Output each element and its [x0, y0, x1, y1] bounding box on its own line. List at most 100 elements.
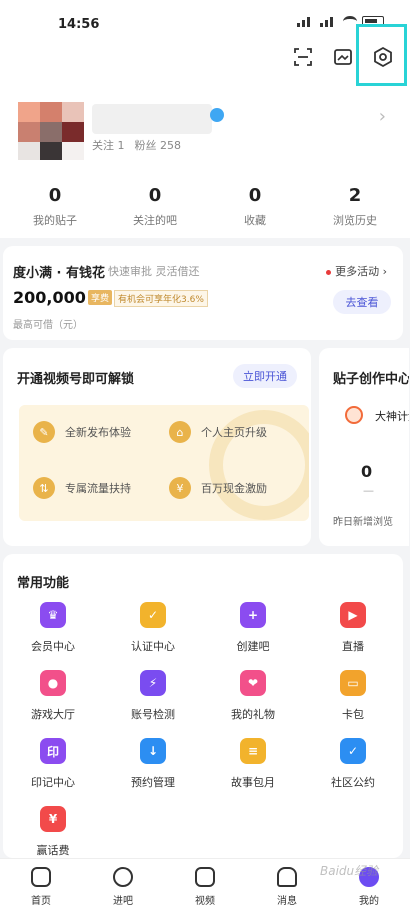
- tab-label: 首页: [31, 896, 51, 907]
- function-label: 账号检测: [131, 708, 175, 721]
- stat-history[interactable]: 2 浏览历史: [305, 185, 405, 228]
- function-item[interactable]: ↓ 预约管理: [103, 738, 203, 790]
- tab-messages[interactable]: 消息: [246, 859, 328, 911]
- stat-label: 浏览历史: [333, 214, 377, 227]
- function-item[interactable]: ▶ 直播: [303, 602, 403, 654]
- tab-label: 我的: [359, 896, 379, 907]
- function-item[interactable]: ✓ 社区公约: [303, 738, 403, 790]
- loan-title: 度小满 · 有钱花: [13, 266, 105, 281]
- stat-value: 0: [248, 185, 262, 206]
- tab-video[interactable]: 视频: [164, 859, 246, 911]
- scan-icon[interactable]: [290, 44, 316, 70]
- function-label: 认证中心: [131, 640, 175, 653]
- function-item[interactable]: ❤ 我的礼物: [203, 670, 303, 722]
- signal-icon: [320, 16, 338, 27]
- rules-icon: ✓: [340, 738, 366, 764]
- video-title: 开通视频号即可解锁: [17, 372, 135, 387]
- perk-item: ✎ 全新发布体验: [33, 421, 131, 443]
- perk-label: 全新发布体验: [65, 426, 131, 439]
- stat-value: 0: [148, 185, 162, 206]
- perk-label: 百万现金激励: [201, 482, 267, 495]
- fans-count: 258: [160, 139, 181, 152]
- function-label: 会员中心: [31, 640, 75, 653]
- perk-label: 个人主页升级: [201, 426, 267, 439]
- book-icon: ≡: [240, 738, 266, 764]
- vip-badge-icon: [210, 108, 224, 122]
- video-unlock-card: 开通视频号即可解锁 立即开通 ✎ 全新发布体验 ⌂ 个人主页升级 ⇅ 专属流量扶持 ¥…: [3, 348, 311, 546]
- stat-label: 关注的吧: [133, 214, 177, 227]
- perk-item: ⌂ 个人主页升级: [169, 421, 267, 443]
- loan-card[interactable]: 度小满 · 有钱花 快速审批 灵活借还 更多活动 › 200,000 享费 有机…: [3, 246, 403, 340]
- follow-row[interactable]: 关注 1 粉丝 258: [92, 137, 181, 153]
- gift-icon: ❤: [240, 670, 266, 696]
- function-label: 游戏大厅: [31, 708, 75, 721]
- game-icon: ●: [40, 670, 66, 696]
- function-item[interactable]: ⚡ 账号检测: [103, 670, 203, 722]
- skin-icon[interactable]: [330, 44, 356, 70]
- more-label: 更多活动: [335, 265, 380, 278]
- crown-icon: ♛: [40, 602, 66, 628]
- status-bar: 14:56: [0, 0, 410, 40]
- yen-icon: ¥: [169, 477, 191, 499]
- loan-tag: 享费: [88, 290, 113, 305]
- function-label: 创建吧: [236, 640, 270, 653]
- creator-badge-icon: [345, 406, 363, 424]
- wifi-icon: [343, 16, 357, 27]
- loan-subtitle: 快速审批 灵活借还: [108, 265, 200, 278]
- function-item[interactable]: ¥ 赢话费: [3, 806, 103, 858]
- loan-view-button[interactable]: 去查看: [333, 290, 391, 314]
- creation-value: 0: [361, 462, 373, 481]
- function-label: 直播: [342, 640, 364, 653]
- loan-caption: 最高可借（元）: [13, 320, 83, 331]
- function-item[interactable]: ♛ 会员中心: [3, 602, 103, 654]
- stat-favorites[interactable]: 0 收藏: [205, 185, 305, 228]
- avatar[interactable]: [18, 102, 84, 160]
- stats-row: 0 我的贴子 0 关注的吧 0 收藏 2 浏览历史: [0, 185, 410, 228]
- function-label: 预约管理: [131, 776, 175, 789]
- common-functions-card: 常用功能 ♛ 会员中心 ✓ 认证中心 + 创建吧 ▶ 直播 ● 游戏大厅 ⚡ 账号检测 ❤ 我的礼物 ▭ 卡包…: [3, 554, 403, 858]
- username-blurred: [92, 104, 212, 134]
- red-dot-icon: [326, 269, 332, 275]
- stamp-icon: 印: [40, 738, 66, 764]
- stat-label: 我的贴子: [33, 214, 77, 227]
- play-icon: [195, 867, 215, 887]
- function-item[interactable]: ≡ 故事包月: [203, 738, 303, 790]
- stat-label: 收藏: [244, 214, 266, 227]
- open-now-button[interactable]: 立即开通: [233, 364, 297, 388]
- perk-item: ⇅ 专属流量扶持: [33, 477, 131, 499]
- planet-icon: [113, 867, 133, 887]
- stat-posts[interactable]: 0 我的贴子: [5, 185, 105, 228]
- fans-label: 粉丝: [134, 139, 157, 152]
- tab-home[interactable]: 首页: [0, 859, 82, 911]
- function-item[interactable]: + 创建吧: [203, 602, 303, 654]
- creation-title: 贴子创作中心: [333, 372, 409, 387]
- stat-value: 2: [348, 185, 362, 206]
- tab-bars[interactable]: 进吧: [82, 859, 164, 911]
- function-item[interactable]: ● 游戏大厅: [3, 670, 103, 722]
- tab-label: 进吧: [113, 896, 133, 907]
- home-tab-icon: [31, 867, 51, 887]
- loan-rate: 有机会可享年化3.6%: [114, 290, 208, 307]
- creation-center-card[interactable]: 贴子创作中心 大神计划 0 — 昨日新增浏览: [319, 348, 409, 546]
- more-activities-link[interactable]: 更多活动 ›: [326, 263, 387, 279]
- bell-icon: [277, 867, 297, 887]
- badge-icon: ✓: [140, 602, 166, 628]
- boost-icon: ⇅: [33, 477, 55, 499]
- function-item[interactable]: 印印记中心: [3, 738, 103, 790]
- function-item[interactable]: ✓ 认证中心: [103, 602, 203, 654]
- follow-label: 关注: [92, 139, 114, 152]
- ticket-icon: ▭: [340, 670, 366, 696]
- perks-panel: ✎ 全新发布体验 ⌂ 个人主页升级 ⇅ 专属流量扶持 ¥ 百万现金激励: [19, 405, 309, 521]
- tab-label: 消息: [277, 896, 297, 907]
- creation-user: 大神计划: [375, 410, 409, 423]
- chevron-right-icon[interactable]: ›: [379, 106, 386, 127]
- camera-icon: ▶: [340, 602, 366, 628]
- function-label: 故事包月: [231, 776, 275, 789]
- stat-value: 0: [48, 185, 62, 206]
- function-item[interactable]: ▭ 卡包: [303, 670, 403, 722]
- function-label: 赢话费: [36, 844, 70, 857]
- stat-followed-bars[interactable]: 0 关注的吧: [105, 185, 205, 228]
- function-label: 社区公约: [331, 776, 375, 789]
- perk-label: 专属流量扶持: [65, 482, 131, 495]
- plus-icon: +: [240, 602, 266, 628]
